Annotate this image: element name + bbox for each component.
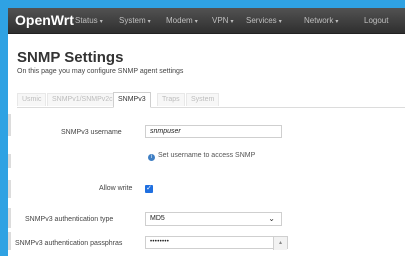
auth-pass-label: SNMPv3 authentication passphras (15, 240, 123, 247)
chevron-down-icon: ▾ (278, 19, 282, 25)
checkmark-icon: ✓ (146, 185, 152, 192)
auth-pass-value: •••••••• (150, 239, 170, 245)
auth-type-select[interactable]: MD5 ⌄ (145, 212, 282, 226)
username-hint: i Set username to access SNMP (148, 152, 255, 161)
chevron-down-icon: ⌄ (268, 214, 275, 223)
section-marker (8, 208, 11, 228)
brand-logo[interactable]: OpenWrt (15, 12, 74, 28)
nav-network[interactable]: Network ▾ (304, 16, 338, 25)
tab-bar: Usmic SNMPv1/SNMPv2c SNMPv3 Traps System (17, 91, 405, 108)
nav-system-label: System (119, 16, 146, 25)
chevron-down-icon: ▾ (335, 19, 339, 25)
section-marker (8, 114, 11, 136)
auth-pass-input[interactable]: •••••••• ▴ (145, 236, 288, 250)
allow-write-label: Allow write (99, 185, 133, 192)
nav-vpn[interactable]: VPN ▾ (212, 16, 233, 25)
allow-write-checkbox[interactable]: ✓ (145, 185, 153, 193)
nav-system[interactable]: System ▾ (119, 16, 151, 25)
nav-vpn-label: VPN (212, 16, 229, 25)
nav-network-label: Network (304, 16, 334, 25)
username-input[interactable]: snmpuser (145, 125, 282, 138)
section-marker (8, 180, 11, 198)
auth-type-value: MD5 (150, 215, 165, 222)
auth-type-label: SNMPv3 authentication type (25, 216, 114, 223)
tab-system[interactable]: System (186, 93, 220, 106)
tab-snmpv3[interactable]: SNMPv3 (113, 92, 151, 108)
nav-modem-label: Modem (166, 16, 193, 25)
tab-traps[interactable]: Traps (157, 93, 185, 106)
chevron-down-icon: ▾ (99, 19, 103, 25)
nav-services[interactable]: Services ▾ (246, 16, 282, 25)
nav-status[interactable]: Status ▾ (75, 16, 103, 25)
section-marker (8, 154, 11, 168)
tab-usmic[interactable]: Usmic (17, 93, 47, 106)
browser-frame: OpenWrt Status ▾ System ▾ Modem ▾ VPN ▾ Serv… (8, 8, 405, 256)
chevron-down-icon: ▾ (194, 19, 198, 25)
nav-logout-label: Logout (364, 16, 389, 25)
username-hint-text: Set username to access SNMP (158, 152, 256, 159)
info-icon: i (148, 154, 155, 161)
chevron-down-icon: ▾ (230, 19, 234, 25)
page-title: SNMP Settings (17, 49, 124, 66)
username-label: SNMPv3 username (61, 129, 122, 136)
reveal-password-icon[interactable]: ▴ (273, 237, 287, 250)
username-value: snmpuser (150, 128, 181, 135)
top-navbar: OpenWrt Status ▾ System ▾ Modem ▾ VPN ▾ Serv… (8, 8, 405, 34)
nav-services-label: Services (246, 16, 277, 25)
nav-modem[interactable]: Modem ▾ (166, 16, 198, 25)
section-marker (8, 232, 11, 250)
chevron-down-icon: ▾ (147, 19, 151, 25)
tab-snmpv1-v2c[interactable]: SNMPv1/SNMPv2c (47, 93, 118, 106)
nav-status-label: Status (75, 16, 98, 25)
page-subtitle: On this page you may configure SNMP agen… (17, 68, 184, 75)
nav-logout[interactable]: Logout (364, 16, 388, 25)
